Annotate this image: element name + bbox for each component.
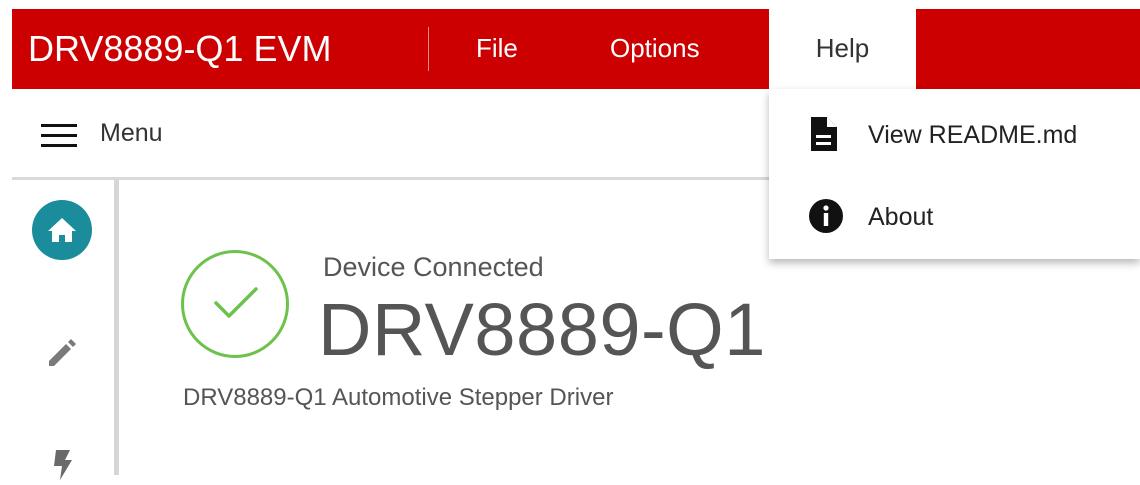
menu-help[interactable]: Help <box>769 9 916 89</box>
menu-options[interactable]: Options <box>610 9 700 89</box>
about-label: About <box>868 203 934 231</box>
menu-file[interactable]: File <box>476 9 518 89</box>
connection-status: Device Connected <box>323 252 544 282</box>
view-readme-label: View README.md <box>868 121 1078 149</box>
pencil-icon[interactable] <box>43 332 83 372</box>
title-divider <box>428 27 429 71</box>
device-name: DRV8889-Q1 <box>318 288 766 371</box>
sidebar <box>12 180 119 480</box>
hamburger-icon[interactable] <box>41 124 77 148</box>
info-icon <box>809 199 843 238</box>
help-dropdown: View README.md About <box>769 89 1140 259</box>
device-description: DRV8889-Q1 Automotive Stepper Driver <box>183 384 614 411</box>
bolt-icon[interactable] <box>48 450 76 480</box>
app-title: DRV8889-Q1 EVM <box>28 28 332 69</box>
view-readme-item[interactable]: View README.md <box>769 99 1140 169</box>
check-circle-icon <box>181 250 289 358</box>
menu-label[interactable]: Menu <box>100 119 163 148</box>
home-icon[interactable] <box>32 200 92 260</box>
about-item[interactable]: About <box>769 181 1140 251</box>
document-icon <box>809 117 837 156</box>
app-header: DRV8889-Q1 EVM File Options Help <box>12 9 1140 89</box>
